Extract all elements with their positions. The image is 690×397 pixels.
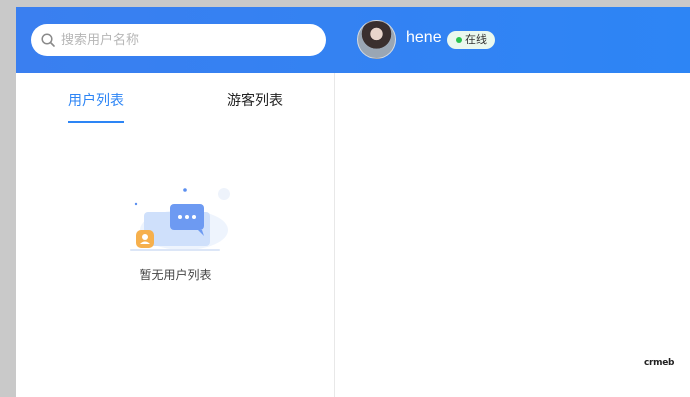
brand-logo: crmeb (644, 358, 675, 368)
chat-app: hene 在线 用户列表 游客列表 暂无用户列表 crmeb (16, 7, 690, 397)
online-dot-icon (456, 37, 462, 43)
window-top-gutter (0, 0, 690, 7)
empty-list-text: 暂无用户列表 (139, 268, 212, 282)
username: hene (406, 29, 442, 46)
header-bar: hene 在线 (16, 7, 690, 73)
tab-guest-list[interactable]: 游客列表 (227, 90, 283, 110)
sidebar: 用户列表 游客列表 暂无用户列表 (16, 73, 335, 397)
active-tab-indicator (68, 121, 124, 123)
search-input[interactable] (61, 24, 316, 56)
status-text: 在线 (465, 33, 487, 46)
window-left-gutter (0, 0, 16, 397)
search-box[interactable] (31, 24, 326, 56)
tab-user-list[interactable]: 用户列表 (68, 90, 124, 110)
search-icon (41, 33, 55, 47)
empty-chat-icon (130, 188, 230, 251)
avatar[interactable] (357, 20, 396, 59)
status-badge: 在线 (447, 31, 495, 49)
